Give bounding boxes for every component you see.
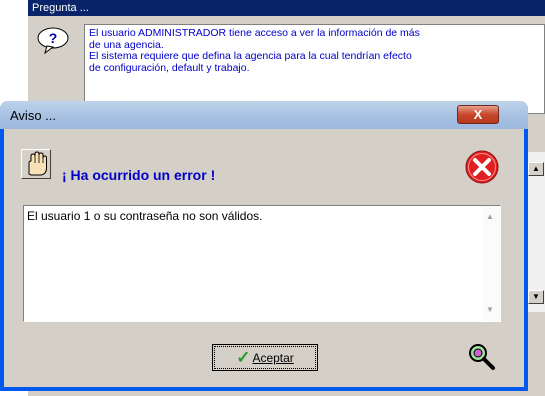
scroll-up-arrow-icon[interactable]: ▲ bbox=[528, 162, 544, 176]
dialog-title: Aviso ... bbox=[10, 108, 57, 123]
error-message-box[interactable]: El usuario 1 o su contraseña no son váli… bbox=[23, 205, 501, 322]
check-icon: ✓ bbox=[236, 347, 251, 367]
background-scrollbar[interactable]: ▲ ▼ bbox=[525, 152, 545, 312]
accept-button-label: Aceptar bbox=[252, 350, 294, 365]
message-scrollbar[interactable]: ▲ ▼ bbox=[483, 206, 500, 321]
zoom-icon[interactable] bbox=[465, 341, 497, 373]
question-icon: ? bbox=[37, 27, 69, 54]
accept-button[interactable]: ✓ Aceptar bbox=[212, 344, 318, 371]
question-message-line: El usuario ADMINISTRADOR tiene acceso a … bbox=[89, 27, 420, 39]
close-button[interactable]: X bbox=[457, 105, 499, 124]
error-heading: ¡ Ha ocurrido un error ! bbox=[62, 167, 216, 183]
dialog-titlebar[interactable]: Aviso ... X bbox=[0, 101, 528, 129]
error-message-text: El usuario 1 o su contraseña no son váli… bbox=[27, 209, 263, 223]
hand-icon[interactable] bbox=[21, 149, 51, 179]
scroll-down-arrow-icon[interactable]: ▼ bbox=[486, 305, 494, 314]
error-dialog: Aviso ... X ¡ Ha ocurrido un error ! El … bbox=[0, 101, 528, 391]
question-message-line: de configuración, default y trabajo. bbox=[89, 61, 250, 74]
question-window-titlebar: Pregunta ... bbox=[28, 0, 545, 16]
scroll-down-arrow-icon[interactable]: ▼ bbox=[528, 290, 544, 304]
question-message-line: El sistema requiere que defina la agenci… bbox=[89, 50, 412, 62]
error-icon bbox=[465, 150, 499, 184]
scroll-up-arrow-icon[interactable]: ▲ bbox=[486, 212, 494, 221]
dialog-body: ¡ Ha ocurrido un error ! El usuario 1 o … bbox=[4, 129, 524, 387]
svg-text:?: ? bbox=[49, 30, 58, 46]
